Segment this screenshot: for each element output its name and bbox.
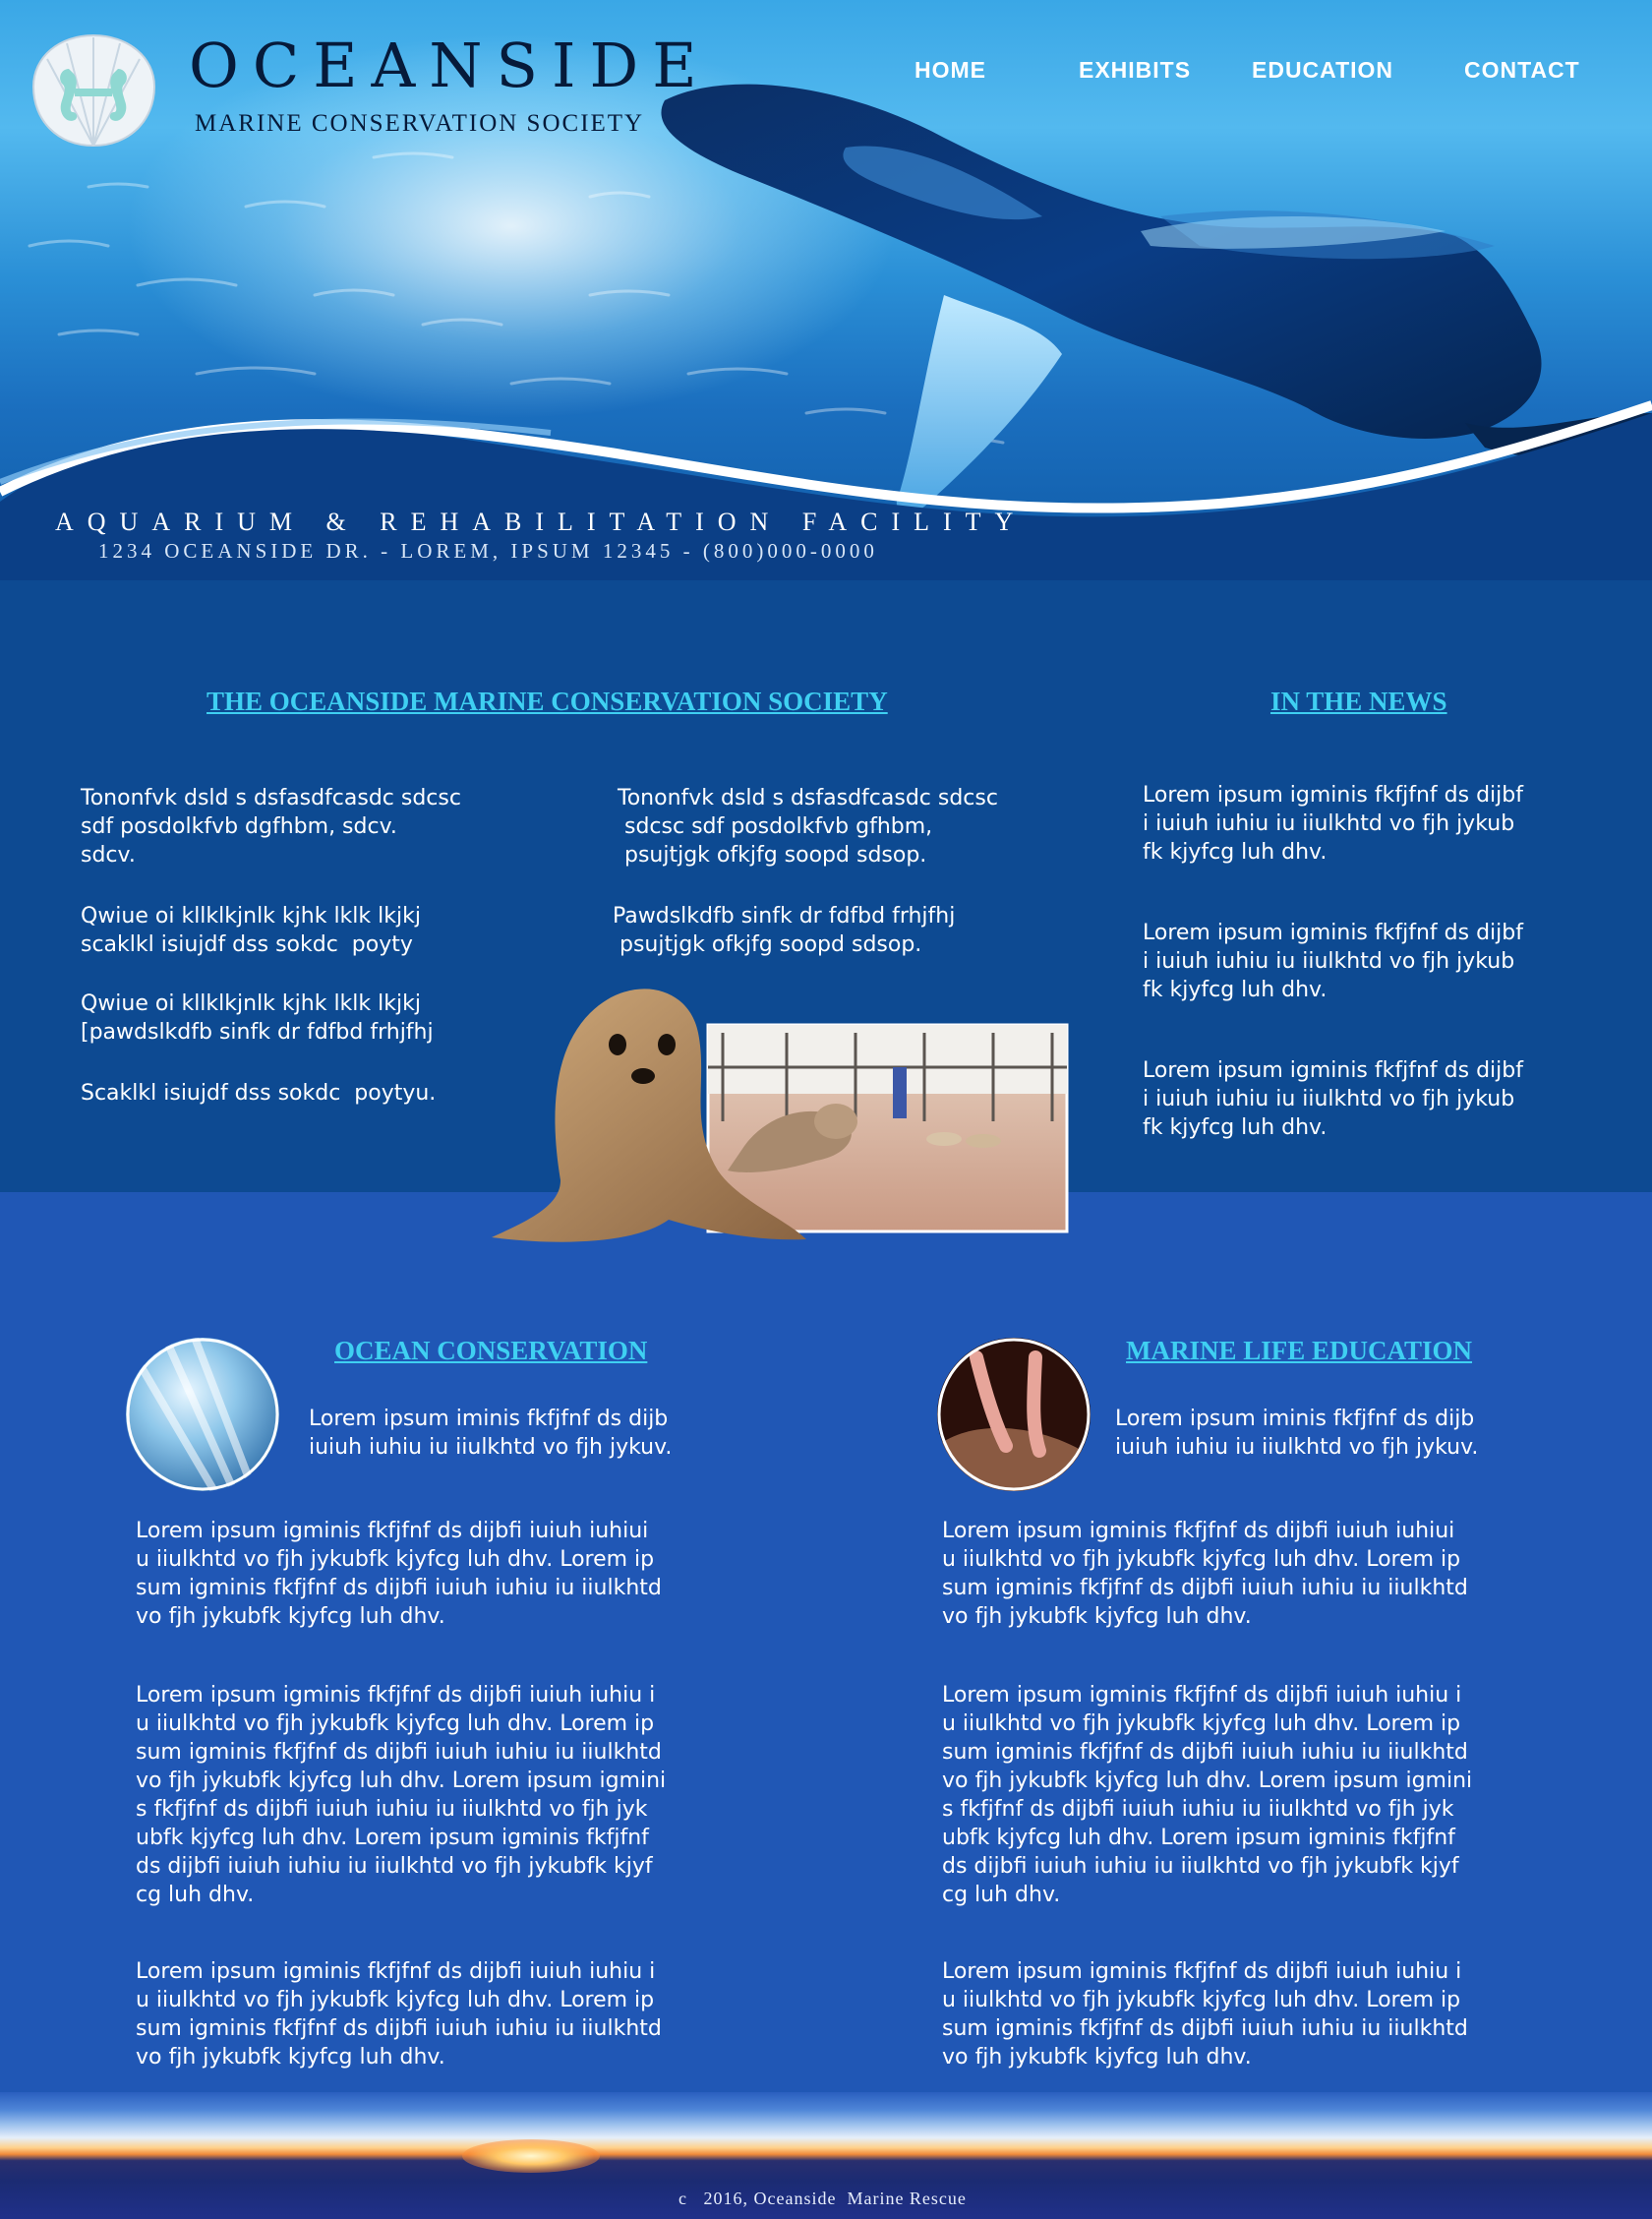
news-item-1[interactable]: Lorem ipsum igminis fkfjfnf ds dijbf i i… <box>1143 781 1523 867</box>
copyright: c 2016, Oceanside Marine Rescue <box>678 2189 967 2208</box>
nav-exhibits[interactable]: EXHIBITS <box>1079 57 1191 84</box>
about-col1-p2: Qwiue oi kllklkjnlk kjhk lklk lkjkj scak… <box>81 904 421 957</box>
education-paragraph-1: Lorem ipsum igminis fkfjfnf ds dijbfi iu… <box>942 1519 1468 1629</box>
sea-lion-pups-photo <box>492 989 1069 1242</box>
conservation-paragraph-1: Lorem ipsum igminis fkfjfnf ds dijbfi iu… <box>136 1519 662 1629</box>
nav-contact[interactable]: CONTACT <box>1464 57 1580 84</box>
conservation-paragraph-3: Lorem ipsum igminis fkfjfnf ds dijbfi iu… <box>136 1959 662 2069</box>
about-heading[interactable]: THE OCEANSIDE MARINE CONSERVATION SOCIET… <box>206 687 888 717</box>
news-item-3[interactable]: Lorem ipsum igminis fkfjfnf ds dijbf i i… <box>1143 1056 1523 1142</box>
conservation-paragraph-2: Lorem ipsum igminis fkfjfnf ds dijbfi iu… <box>136 1683 667 1907</box>
conservation-heading[interactable]: OCEAN CONSERVATION <box>334 1336 647 1366</box>
facility-tagline: AQUARIUM & REHABILITATION FACILITY <box>55 508 1028 536</box>
ray-touch-photo <box>937 1338 1091 1491</box>
education-heading[interactable]: MARINE LIFE EDUCATION <box>1126 1336 1472 1366</box>
site-subtitle: MARINE CONSERVATION SOCIETY <box>195 110 645 137</box>
news-heading[interactable]: IN THE NEWS <box>1270 687 1447 717</box>
news-item-2[interactable]: Lorem ipsum igminis fkfjfnf ds dijbf i i… <box>1143 919 1523 1004</box>
page: OCEANSIDE MARINE CONSERVATION SOCIETY HO… <box>0 0 1652 2219</box>
nav-home[interactable]: HOME <box>914 57 986 84</box>
education-paragraph-2: Lorem ipsum igminis fkfjfnf ds dijbfi iu… <box>942 1683 1473 1907</box>
footer-sunset: c 2016, Oceanside Marine Rescue <box>0 2092 1652 2219</box>
sunset-sun <box>462 2139 600 2173</box>
education-intro: Lorem ipsum iminis fkfjfnf ds dijb iuiuh… <box>1115 1407 1479 1460</box>
education-paragraph-3: Lorem ipsum igminis fkfjfnf ds dijbfi iu… <box>942 1959 1468 2069</box>
nav-education[interactable]: EDUCATION <box>1252 57 1393 84</box>
about-col1-p4: Scaklkl isiujdf dss sokdc poytyu. <box>81 1081 437 1106</box>
facility-address: 1234 OCEANSIDE DR. - LOREM, IPSUM 12345 … <box>98 539 878 563</box>
about-col1-p3: Qwiue oi kllklkjnlk kjhk lklk lkjkj [paw… <box>81 991 434 1045</box>
hero-banner: OCEANSIDE MARINE CONSERVATION SOCIETY HO… <box>0 0 1652 580</box>
about-col2-p2: Pawdslkdfb sinfk dr fdfbd frhjfhj psujtj… <box>613 904 956 957</box>
main-nav: HOME EXHIBITS EDUCATION CONTACT <box>0 57 1652 96</box>
light-rays-photo <box>126 1338 279 1491</box>
about-col2-p1: Tononfvk dsld s dsfasdfcasdc sdcsc sdcsc… <box>618 786 998 868</box>
conservation-intro: Lorem ipsum iminis fkfjfnf ds dijb iuiuh… <box>309 1407 673 1460</box>
about-col1-p1: Tononfvk dsld s dsfasdfcasdc sdcsc sdf p… <box>81 786 461 868</box>
